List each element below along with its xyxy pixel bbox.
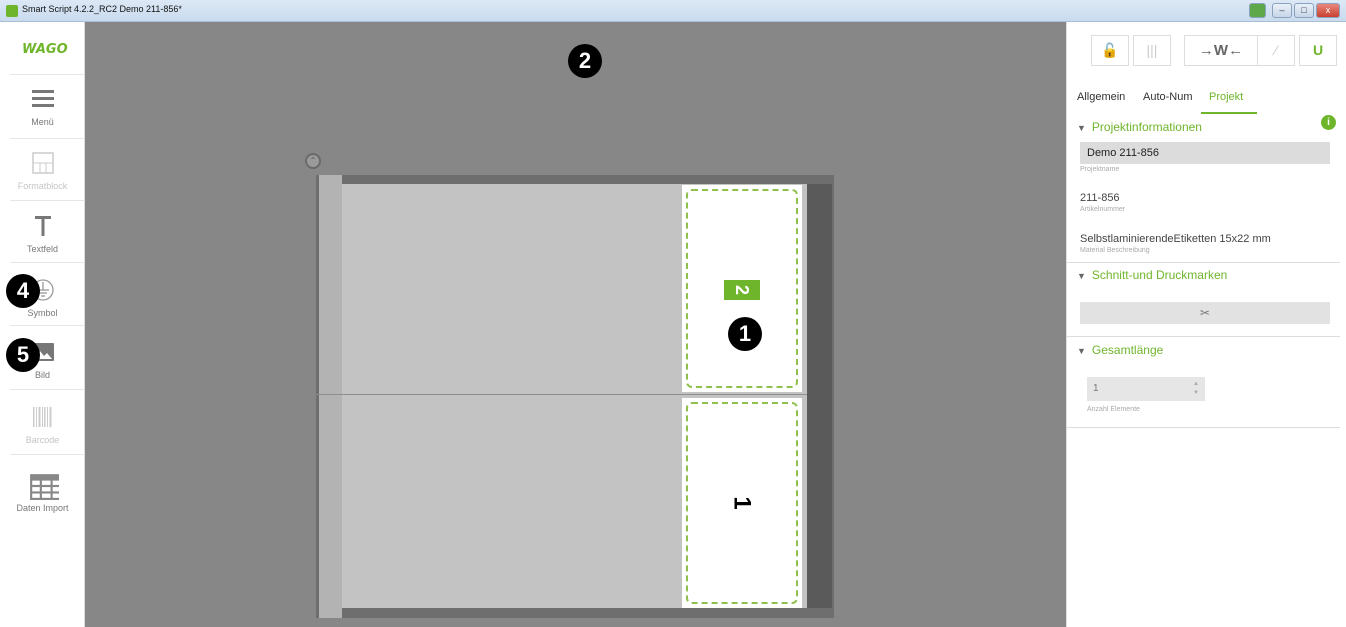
tab-bar: Allgemein Auto-Num Projekt (1067, 90, 1346, 114)
chevron-down-icon: ▼ (1077, 271, 1086, 281)
projektname-field[interactable]: Demo 211-856 Projektname (1080, 142, 1330, 173)
stepper-down-icon[interactable]: ▼ (1193, 390, 1199, 396)
scissors-button[interactable]: ✂ (1080, 302, 1330, 324)
design-canvas[interactable]: 2 ⌃ 2 1 1 (85, 22, 1066, 627)
tab-auto-num[interactable]: Auto-Num (1143, 90, 1193, 114)
label-text-2[interactable]: 2 (724, 280, 760, 300)
fit-width-icon: →W← (1198, 42, 1244, 59)
unlock-icon: 🔓 (1101, 42, 1119, 58)
barcode-icon (33, 407, 52, 427)
columns-button[interactable]: ||| (1133, 35, 1171, 66)
label-item-selected[interactable]: 2 (682, 185, 802, 392)
tool-daten-import[interactable]: Daten Import (0, 462, 85, 524)
chevron-down-icon: ▼ (1077, 346, 1086, 356)
left-toolbar: WAGO Menü Formatblock Textfeld Symbol Bi… (0, 22, 85, 627)
tool-textfeld[interactable]: Textfeld (0, 203, 85, 265)
separator (10, 325, 85, 326)
label-text-1[interactable]: 1 (727, 488, 757, 518)
tool-menu-label: Menü (31, 117, 54, 127)
tool-barcode-label: Barcode (25, 435, 60, 445)
artikelnummer-caption: Artikelnummer (1080, 206, 1126, 213)
magic-wand-button[interactable]: ⁄ (1257, 35, 1295, 66)
scissors-icon: ✂ (1199, 306, 1211, 320)
tool-formatblock-label: Formatblock (17, 181, 68, 191)
text-t-icon (35, 216, 51, 236)
window-title: Smart Script 4.2.2_RC2 Demo 211-856* (22, 4, 182, 14)
tool-barcode[interactable]: Barcode (0, 394, 85, 456)
info-icon[interactable]: i (1321, 115, 1336, 130)
fit-width-button[interactable]: →W← (1184, 35, 1258, 66)
tool-daten-import-label: Daten Import (16, 503, 69, 513)
sheet-left-strip (316, 175, 342, 618)
separator (10, 138, 85, 139)
magnet-icon: U (1312, 42, 1324, 58)
chevron-down-icon: ▼ (1077, 123, 1086, 133)
divider (1067, 427, 1340, 428)
anzahl-elemente-stepper[interactable]: 1 ▲ ▼ (1087, 377, 1205, 401)
formatblock-icon (32, 152, 54, 174)
properties-panel: 🔓 ||| →W← ⁄ U Allgemein Auto-Num Projekt… (1066, 22, 1346, 627)
unlock-button[interactable]: 🔓 (1091, 35, 1129, 66)
separator (10, 262, 85, 263)
divider (1067, 262, 1340, 263)
tool-textfeld-label: Textfeld (26, 244, 59, 254)
magic-wand-icon: ⁄ (1274, 42, 1278, 58)
tool-menu[interactable]: Menü (0, 76, 85, 138)
hamburger-icon (32, 90, 54, 107)
material-field: SelbstlaminierendeEtiketten 15x22 mm Mat… (1080, 233, 1330, 254)
green-tray-icon[interactable] (1249, 3, 1266, 18)
section-projektinformationen[interactable]: ▼ Projektinformationen (1077, 120, 1202, 134)
callout-4: 4 (6, 274, 40, 308)
stepper-up-icon[interactable]: ▲ (1193, 381, 1199, 387)
callout-1: 1 (728, 317, 762, 351)
chevron-up-icon[interactable]: ⌃ (305, 153, 321, 169)
label-item[interactable]: 1 (682, 398, 802, 608)
callout-2: 2 (568, 44, 602, 78)
tool-bild-label: Bild (34, 370, 50, 380)
sheet-right-strip (807, 184, 832, 608)
sheet-divider (316, 394, 807, 395)
wago-logo: WAGO (22, 42, 68, 57)
title-bar: Smart Script 4.2.2_RC2 Demo 211-856* – □… (0, 0, 1346, 22)
tab-projekt[interactable]: Projekt (1201, 90, 1257, 114)
material-caption: Material Beschreibung (1080, 247, 1150, 254)
app-icon (6, 5, 18, 17)
maximize-button[interactable]: □ (1294, 3, 1314, 18)
separator (10, 389, 85, 390)
separator (10, 200, 85, 201)
minimize-button[interactable]: – (1272, 3, 1292, 18)
tab-allgemein[interactable]: Allgemein (1077, 90, 1125, 114)
tool-formatblock[interactable]: Formatblock (0, 140, 85, 202)
separator (10, 74, 85, 75)
columns-icon: ||| (1146, 42, 1158, 58)
table-import-icon (30, 474, 59, 500)
section-gesamtlaenge[interactable]: ▼ Gesamtlänge (1077, 343, 1163, 357)
anzahl-elemente-caption: Anzahl Elemente (1087, 406, 1140, 413)
separator (10, 454, 85, 455)
callout-5: 5 (6, 338, 40, 372)
projektname-caption: Projektname (1080, 166, 1120, 173)
divider (1067, 336, 1340, 337)
magnet-button[interactable]: U (1299, 35, 1337, 66)
tool-symbol-label: Symbol (27, 308, 58, 318)
artikelnummer-field: 211-856 Artikelnummer (1080, 192, 1330, 213)
section-schnitt-druckmarken[interactable]: ▼ Schnitt-und Druckmarken (1077, 268, 1227, 282)
close-button[interactable]: x (1316, 3, 1340, 18)
